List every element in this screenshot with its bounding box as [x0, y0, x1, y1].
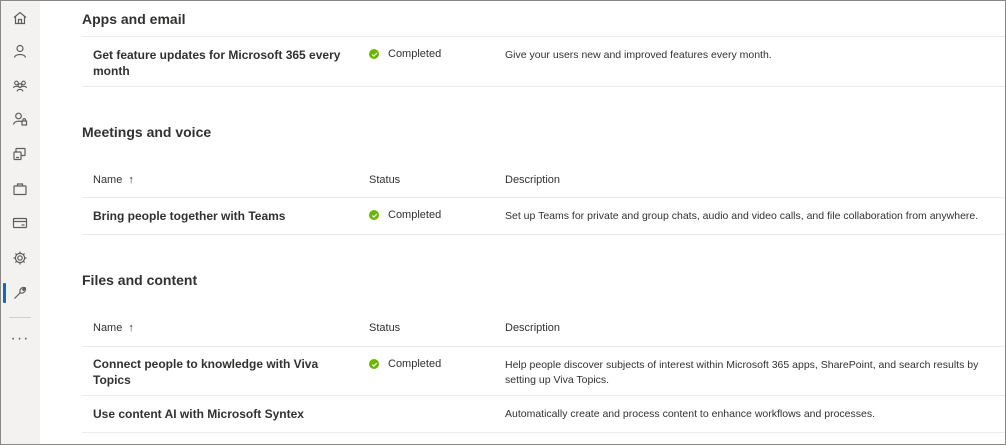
divider: [82, 234, 1005, 235]
sort-ascending-icon[interactable]: ↑: [128, 174, 134, 186]
divider: [82, 395, 1005, 396]
task-description: Give your users new and improved feature…: [505, 49, 772, 61]
devices-icon[interactable]: [5, 139, 35, 169]
main-content: Apps and email Get feature updates for M…: [40, 1, 1005, 444]
section-title-files: Files and content: [82, 272, 198, 288]
check-circle-icon: [369, 49, 379, 59]
group-icon[interactable]: [5, 71, 35, 101]
status-label: Completed: [388, 209, 442, 221]
task-description: Automatically create and process content…: [505, 408, 876, 420]
home-icon[interactable]: [5, 3, 35, 33]
task-name[interactable]: Use content AI with Microsoft Syntex: [93, 406, 351, 422]
section-title-meetings: Meetings and voice: [82, 124, 212, 140]
column-header-description[interactable]: Description: [505, 322, 560, 334]
task-name[interactable]: Connect people to knowledge with Viva To…: [93, 356, 351, 388]
column-header-name-label: Name: [93, 322, 123, 334]
divider: [82, 346, 1005, 347]
nav-rail: ···: [1, 1, 40, 444]
column-header-name[interactable]: Name ↑: [93, 174, 134, 186]
column-header-description[interactable]: Description: [505, 174, 560, 186]
more-icon[interactable]: ···: [5, 330, 35, 348]
column-header-name-label: Name: [93, 174, 123, 186]
task-description: Help people discover subjects of interes…: [505, 359, 979, 386]
divider: [82, 197, 1005, 198]
divider: [82, 432, 1005, 433]
column-header-name[interactable]: Name ↑: [93, 322, 134, 334]
status-label: Completed: [388, 358, 442, 370]
check-circle-icon: [369, 359, 379, 369]
user-lock-icon[interactable]: [5, 104, 35, 134]
task-name[interactable]: Bring people together with Teams: [93, 208, 351, 224]
check-circle-icon: [369, 210, 379, 220]
column-header-status[interactable]: Status: [369, 322, 400, 334]
app-frame: ··· Apps and email Get feature updates f…: [0, 0, 1006, 445]
divider: [82, 36, 1005, 37]
briefcase-icon[interactable]: [5, 174, 35, 204]
divider: [82, 86, 1005, 87]
task-description: Set up Teams for private and group chats…: [505, 210, 979, 222]
task-name[interactable]: Get feature updates for Microsoft 365 ev…: [93, 47, 351, 79]
section-title-apps: Apps and email: [82, 11, 186, 27]
settings-icon[interactable]: [5, 243, 35, 273]
column-header-status[interactable]: Status: [369, 174, 400, 186]
status-cell: Completed: [369, 48, 441, 60]
user-icon[interactable]: [5, 36, 35, 66]
sort-ascending-icon[interactable]: ↑: [128, 322, 134, 334]
rail-divider: [9, 317, 31, 318]
status-cell: Completed: [369, 358, 441, 370]
wrench-icon[interactable]: [5, 278, 35, 308]
status-cell: Completed: [369, 209, 441, 221]
clipped-text: [505, 14, 975, 22]
billing-card-icon[interactable]: [5, 208, 35, 238]
status-label: Completed: [388, 48, 442, 60]
